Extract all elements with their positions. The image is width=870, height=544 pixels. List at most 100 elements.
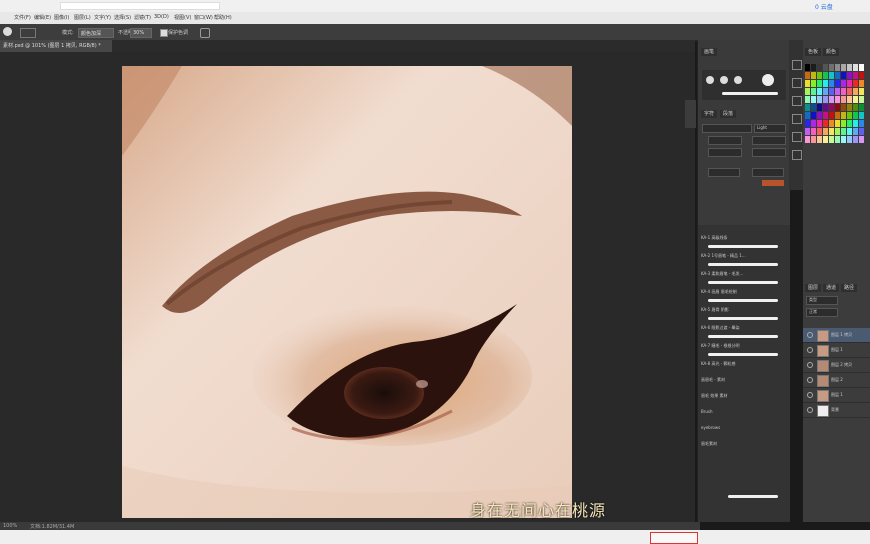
tab-swatches[interactable]: 色板 xyxy=(805,48,822,56)
list-item[interactable]: 画眉毛 - 素材 xyxy=(701,375,725,384)
color-swatch[interactable] xyxy=(829,72,834,79)
color-swatch[interactable] xyxy=(853,88,858,95)
color-swatch[interactable] xyxy=(835,96,840,103)
color-swatch[interactable] xyxy=(829,136,834,143)
color-swatch[interactable] xyxy=(847,80,852,87)
zoom-readout[interactable]: 100% xyxy=(3,523,17,529)
color-swatch[interactable] xyxy=(847,120,852,127)
font-family-field[interactable] xyxy=(702,124,752,133)
panel-icon[interactable] xyxy=(792,132,802,142)
color-swatch[interactable] xyxy=(805,64,810,71)
tab-character[interactable]: 字符 xyxy=(701,110,718,118)
color-swatch[interactable] xyxy=(853,120,858,127)
color-swatch[interactable] xyxy=(853,64,858,71)
text-color-swatch[interactable] xyxy=(762,180,784,186)
menu-item[interactable]: 滤镜(T) xyxy=(134,14,151,21)
brush-preset-icon[interactable] xyxy=(20,28,36,38)
color-swatch[interactable] xyxy=(835,120,840,127)
panel-icon[interactable] xyxy=(792,96,802,106)
color-swatch[interactable] xyxy=(811,64,816,71)
menu-item[interactable]: 帮助(H) xyxy=(214,14,232,21)
color-swatch[interactable] xyxy=(859,120,864,127)
color-swatch[interactable] xyxy=(841,112,846,119)
scale-field[interactable] xyxy=(708,168,740,177)
color-swatch[interactable] xyxy=(805,128,810,135)
eye-icon[interactable] xyxy=(807,392,813,398)
color-swatch[interactable] xyxy=(841,104,846,111)
tab-channels[interactable]: 通道 xyxy=(823,284,840,292)
color-swatch[interactable] xyxy=(859,72,864,79)
brush-tip-icon[interactable] xyxy=(734,76,742,84)
color-swatch[interactable] xyxy=(859,104,864,111)
color-swatch[interactable] xyxy=(817,112,822,119)
eye-icon[interactable] xyxy=(807,407,813,413)
eye-icon[interactable] xyxy=(807,347,813,353)
color-swatch[interactable] xyxy=(805,80,810,87)
color-swatch[interactable] xyxy=(829,112,834,119)
protect-tones-checkbox[interactable] xyxy=(160,29,168,37)
color-swatch[interactable] xyxy=(859,136,864,143)
color-swatch[interactable] xyxy=(817,128,822,135)
tab-brushes[interactable]: 画笔 xyxy=(701,48,718,56)
color-swatch[interactable] xyxy=(823,80,828,87)
list-item[interactable]: 眉毛素材 xyxy=(701,439,717,448)
color-swatch[interactable] xyxy=(823,136,828,143)
pressure-icon[interactable] xyxy=(200,28,210,38)
color-swatch[interactable] xyxy=(805,112,810,119)
color-swatch[interactable] xyxy=(841,72,846,79)
brush-tip-icon[interactable] xyxy=(706,76,714,84)
list-item[interactable]: KA-4 画眉 眉毛绘制 xyxy=(701,287,737,296)
browser-right-label[interactable]: 0 云盘 xyxy=(815,2,833,11)
color-swatch[interactable] xyxy=(805,104,810,111)
document-info[interactable]: 文档:1.82M/31.4M xyxy=(30,523,74,530)
color-swatch[interactable] xyxy=(853,136,858,143)
color-swatch[interactable] xyxy=(853,104,858,111)
color-swatch[interactable] xyxy=(841,136,846,143)
color-swatch[interactable] xyxy=(811,128,816,135)
document-tab[interactable]: 素材.psd @ 101% (图层 1 拷贝, RGB/8) * xyxy=(0,40,112,52)
swatch-grid[interactable] xyxy=(805,64,867,152)
color-swatch[interactable] xyxy=(853,72,858,79)
menu-item[interactable]: 窗口(W) xyxy=(194,14,213,21)
color-swatch[interactable] xyxy=(829,64,834,71)
brush-tip-icon[interactable] xyxy=(720,76,728,84)
panel-icon[interactable] xyxy=(792,60,802,70)
color-swatch[interactable] xyxy=(805,120,810,127)
color-swatch[interactable] xyxy=(829,104,834,111)
color-swatch[interactable] xyxy=(811,72,816,79)
color-swatch[interactable] xyxy=(829,120,834,127)
color-swatch[interactable] xyxy=(823,72,828,79)
color-swatch[interactable] xyxy=(841,80,846,87)
color-swatch[interactable] xyxy=(805,96,810,103)
panel-icon[interactable] xyxy=(792,114,802,124)
color-swatch[interactable] xyxy=(853,96,858,103)
list-item[interactable]: KA-7 睫毛 - 根根分明 xyxy=(701,341,739,350)
color-swatch[interactable] xyxy=(859,88,864,95)
color-swatch[interactable] xyxy=(805,72,810,79)
color-swatch[interactable] xyxy=(859,112,864,119)
mode-select[interactable]: 颜色加深 xyxy=(78,28,114,38)
list-item[interactable]: KA-5 眉骨 阴影 xyxy=(701,305,729,314)
brush-tool-icon[interactable] xyxy=(3,27,12,36)
color-swatch[interactable] xyxy=(847,128,852,135)
color-swatch[interactable] xyxy=(853,112,858,119)
color-swatch[interactable] xyxy=(823,128,828,135)
font-style-field[interactable]: Light xyxy=(754,124,786,133)
color-swatch[interactable] xyxy=(859,80,864,87)
color-swatch[interactable] xyxy=(823,112,828,119)
color-swatch[interactable] xyxy=(811,112,816,119)
color-swatch[interactable] xyxy=(829,88,834,95)
color-swatch[interactable] xyxy=(811,136,816,143)
layer-row[interactable]: 背景 xyxy=(803,403,870,418)
layer-row[interactable]: 图层 1 xyxy=(803,343,870,358)
color-swatch[interactable] xyxy=(817,64,822,71)
color-swatch[interactable] xyxy=(817,104,822,111)
tab-layers[interactable]: 图层 xyxy=(805,284,822,292)
menu-item[interactable]: 3D(D) xyxy=(154,14,169,20)
color-swatch[interactable] xyxy=(853,128,858,135)
color-swatch[interactable] xyxy=(817,72,822,79)
panel-icon[interactable] xyxy=(792,78,802,88)
scale-v-field[interactable] xyxy=(752,168,784,177)
blend-mode-select[interactable]: 正常 xyxy=(806,308,838,317)
tab-paragraph[interactable]: 段落 xyxy=(720,110,737,118)
